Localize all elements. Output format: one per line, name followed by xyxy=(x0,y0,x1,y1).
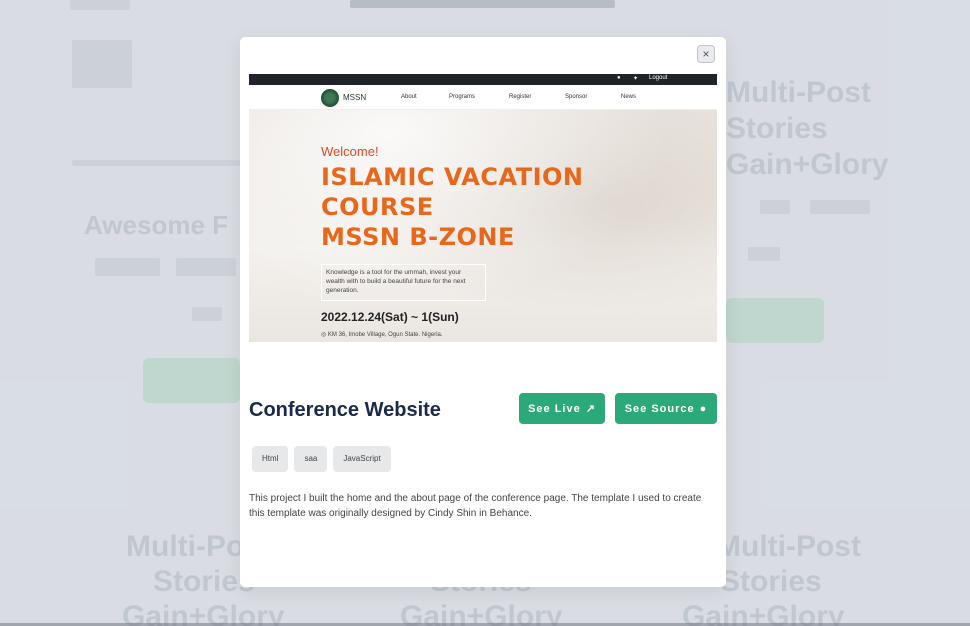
preview-title-line-2: COURSE xyxy=(321,193,434,221)
tag-html: Html xyxy=(252,446,289,472)
preview-topbar: ● ✦ Logout xyxy=(249,74,717,85)
project-description: This project I built the home and the ab… xyxy=(249,493,702,519)
twitter-icon: ✦ xyxy=(633,76,639,82)
preview-hero: Welcome! ISLAMIC VACATION COURSE MSSN B-… xyxy=(249,110,717,342)
preview-logo-text: MSSN xyxy=(343,93,367,102)
preview-nav-about: About xyxy=(401,94,417,100)
preview-welcome: Welcome! xyxy=(321,144,379,159)
see-live-label: See Live xyxy=(528,402,581,415)
tag-javascript: JavaScript xyxy=(333,446,391,472)
preview-location-text: KM 36, Imobe Village, Ogun State. Nigeri… xyxy=(327,332,443,338)
see-source-label: See Source xyxy=(624,402,695,415)
preview-navbar: MSSN About Programs Register Sponsor New… xyxy=(249,85,717,110)
see-source-button[interactable]: See Source ● xyxy=(615,393,717,424)
tag-saa: saa xyxy=(294,446,328,472)
location-pin-icon: ◎ xyxy=(321,332,328,338)
facebook-icon: ● xyxy=(617,75,621,81)
preview-logout: Logout xyxy=(649,75,668,81)
github-icon: ● xyxy=(699,402,708,415)
external-link-icon: ↗ xyxy=(585,403,596,415)
close-button[interactable]: × xyxy=(697,45,715,63)
preview-location: ◎ KM 36, Imobe Village, Ogun State. Nige… xyxy=(321,331,443,338)
mssn-logo-icon xyxy=(321,89,339,107)
preview-date: 2022.12.24(Sat) ~ 1(Sun) xyxy=(321,310,459,324)
project-modal: × ● ✦ Logout MSSN About Programs Registe… xyxy=(240,37,726,587)
tech-tags: Html saa JavaScript xyxy=(252,446,391,472)
see-live-button[interactable]: See Live ↗ xyxy=(519,393,605,424)
preview-info-box: Knowledge is a tool for the ummah, inves… xyxy=(321,264,486,301)
preview-nav-programs: Programs xyxy=(449,94,476,100)
preview-title-line-3: MSSN B-ZONE xyxy=(321,223,515,251)
preview-hero-title: ISLAMIC VACATION COURSE MSSN B-ZONE xyxy=(321,162,661,252)
project-screenshot: ● ✦ Logout MSSN About Programs Register … xyxy=(249,74,717,342)
preview-nav-sponsor: Sponsor xyxy=(565,94,588,100)
preview-nav-register: Register xyxy=(509,94,532,100)
project-title: Conference Website xyxy=(249,399,441,421)
preview-nav-news: News xyxy=(621,94,637,100)
preview-title-line-1: ISLAMIC VACATION xyxy=(321,163,584,191)
